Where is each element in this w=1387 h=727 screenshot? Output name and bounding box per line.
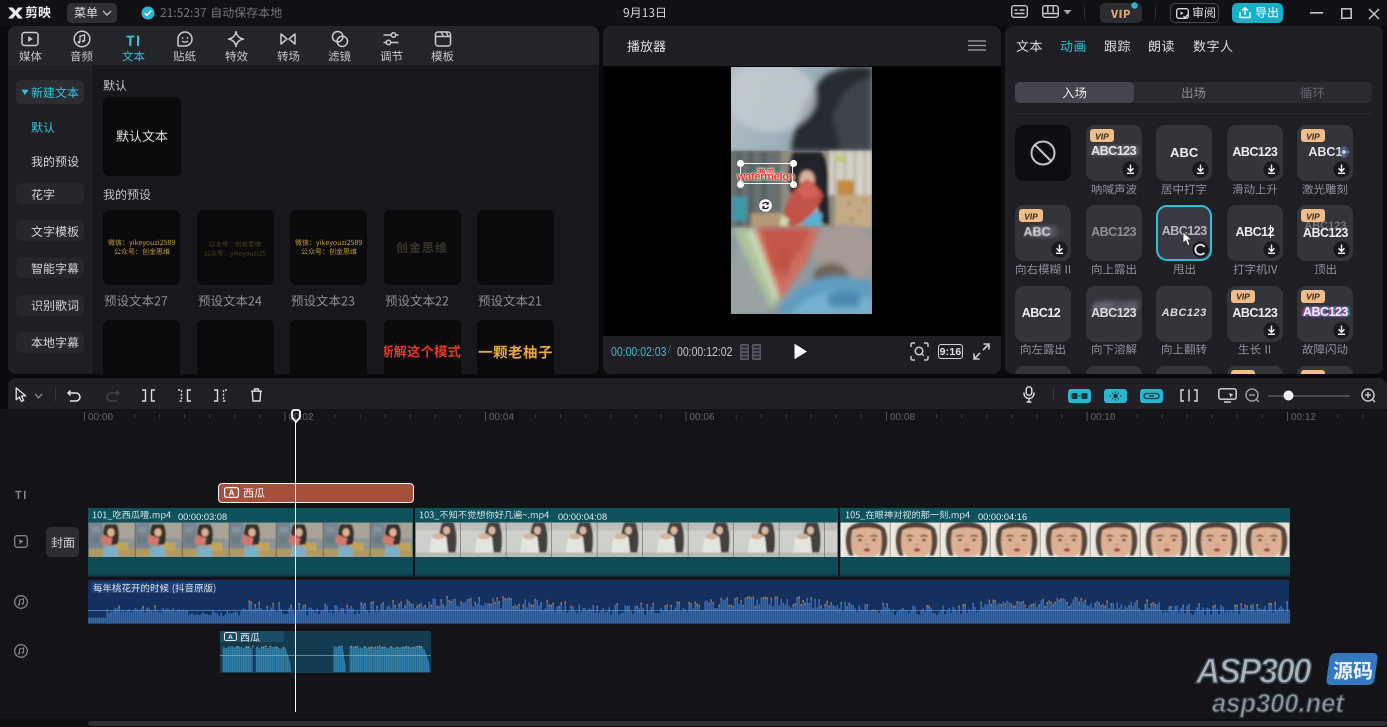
svg-text:A: A xyxy=(228,634,233,641)
svg-text:VIP: VIP xyxy=(1236,292,1250,300)
svg-text:VIP: VIP xyxy=(1095,132,1109,140)
svg-text:VIP: VIP xyxy=(1024,212,1038,220)
svg-text:VIP: VIP xyxy=(1307,292,1321,300)
svg-text:VIP: VIP xyxy=(1307,132,1321,140)
svg-text:VIP: VIP xyxy=(1307,212,1321,220)
svg-text:A: A xyxy=(229,488,235,497)
